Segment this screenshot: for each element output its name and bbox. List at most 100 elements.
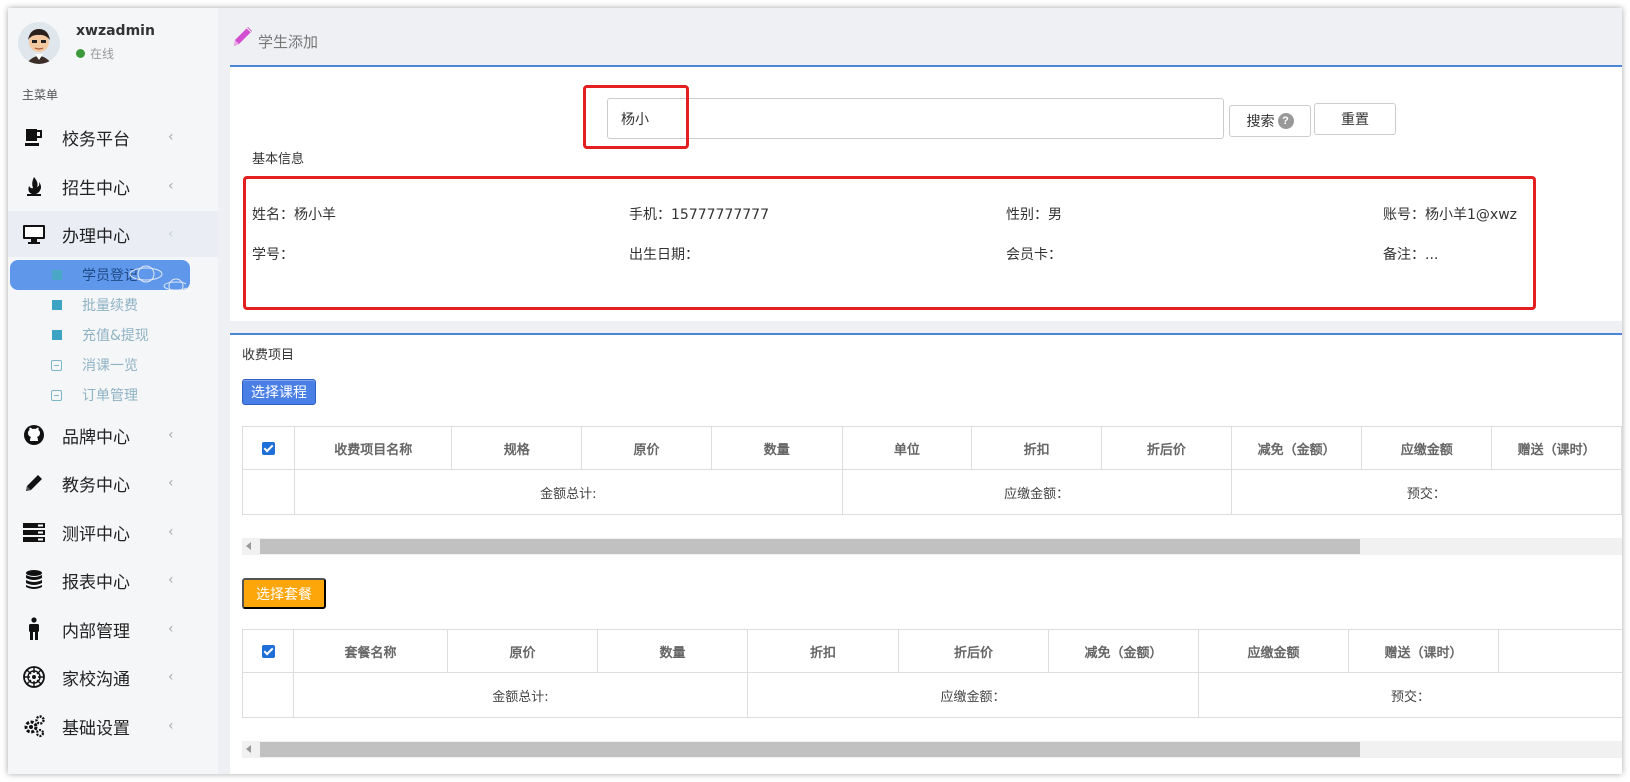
column-header: 赠送（课时）: [1491, 426, 1622, 470]
chevron-left-icon: ‹: [168, 475, 174, 491]
pencil-icon: [22, 471, 46, 495]
monitor-icon: [22, 222, 46, 246]
sidebar-subitem-class-consumption[interactable]: 消课一览: [8, 350, 218, 380]
select-course-button[interactable]: 选择课程: [242, 379, 316, 405]
sidebar-item-basic-settings[interactable]: 基础设置 ‹: [8, 703, 218, 749]
scroll-thumb[interactable]: [260, 742, 1360, 757]
table-cell: [241, 469, 296, 515]
column-header: 赠送（课时）: [1348, 629, 1499, 673]
person-icon: [22, 617, 46, 641]
square-icon: [52, 270, 62, 280]
fire-icon: [22, 174, 46, 198]
student-search-input[interactable]: [607, 98, 1224, 139]
chevron-left-icon: ‹: [168, 572, 174, 588]
cup-icon: [22, 125, 46, 149]
username: xwzadmin: [76, 23, 155, 39]
table-summary-row: 金额总计: 应缴金额： 预交：: [242, 672, 1622, 718]
column-header: 单位: [841, 426, 973, 470]
sidebar-subitem-student-registration[interactable]: 学员登记: [10, 260, 190, 290]
sidebar-item-label: 校务平台: [62, 129, 130, 150]
status-dot-icon: [76, 49, 85, 58]
sidebar-subitem-label: 订单管理: [82, 388, 138, 404]
sidebar-subitem-order-management[interactable]: 订单管理: [8, 380, 218, 410]
student-birthday: 出生日期：: [629, 247, 699, 263]
planet-decoration-icon: [126, 260, 186, 290]
checkbox-checked-icon: [261, 644, 275, 658]
chevron-left-icon: ‹: [168, 178, 174, 194]
avatar: [18, 22, 60, 64]
sidebar-item-academic-platform[interactable]: 校务平台 ‹: [8, 114, 218, 160]
sidebar-subitem-recharge-withdraw[interactable]: 充值&提现: [8, 320, 218, 350]
sidebar-item-label: 测评中心: [62, 524, 130, 545]
chevron-left-icon: ‹: [168, 718, 174, 734]
chevron-down-icon: ‹: [168, 226, 174, 242]
select-all-checkbox[interactable]: [241, 426, 296, 470]
minus-square-icon: [51, 389, 62, 401]
sidebar-item-assessment-center[interactable]: 测评中心 ‹: [8, 509, 218, 555]
column-header: [1498, 629, 1622, 673]
column-header: 减免（金额）: [1230, 426, 1363, 470]
sidebar-item-brand-center[interactable]: 品牌中心 ‹: [8, 412, 218, 458]
student-account: 账号：杨小羊1@xwz: [1383, 207, 1517, 223]
student-remark: 备注：...: [1383, 247, 1439, 263]
checkbox-checked-icon: [262, 441, 276, 455]
sidebar-item-home-school[interactable]: 家校沟通 ‹: [8, 654, 218, 700]
column-header: 应缴金额: [1198, 629, 1349, 673]
column-header: 套餐名称: [293, 629, 448, 673]
prepay-cell: 预交：: [1198, 672, 1622, 718]
sidebar-subitem-label: 消课一览: [82, 358, 138, 374]
student-info-panel: 搜索 ? 重置 基本信息 姓名：杨小羊 手机：15777777777 性别：男 …: [230, 65, 1622, 321]
chevron-left-icon: ‹: [168, 621, 174, 637]
sidebar-item-label: 教务中心: [62, 475, 130, 496]
scroll-left-arrow-icon[interactable]: [246, 542, 251, 550]
chevron-left-icon: ‹: [168, 427, 174, 443]
sidebar-item-label: 内部管理: [62, 621, 130, 642]
scroll-thumb[interactable]: [260, 539, 1360, 554]
column-header: 折后价: [1101, 426, 1232, 470]
sidebar-item-label: 品牌中心: [62, 427, 130, 448]
reset-button[interactable]: 重置: [1314, 103, 1396, 135]
column-header: 规格: [451, 426, 583, 470]
sidebar-item-label: 基础设置: [62, 718, 130, 739]
sidebar-item-label: 家校沟通: [62, 669, 130, 690]
sidebar-item-enrollment[interactable]: 招生中心 ‹: [8, 163, 218, 209]
scroll-left-arrow-icon[interactable]: [246, 745, 251, 753]
search-button-label: 搜索: [1246, 113, 1275, 129]
sidebar-subitem-batch-renewal[interactable]: 批量续费: [8, 290, 218, 320]
student-name: 姓名：杨小羊: [252, 207, 336, 223]
horizontal-scrollbar[interactable]: [242, 741, 1622, 758]
page-header: 学生添加: [218, 8, 1622, 65]
column-header: 折扣: [971, 426, 1102, 470]
sidebar-item-processing-center[interactable]: 办理中心 ‹: [8, 211, 218, 257]
column-header: 原价: [447, 629, 598, 673]
sidebar-item-report-center[interactable]: 报表中心 ‹: [8, 557, 218, 603]
search-button[interactable]: 搜索 ?: [1229, 105, 1311, 137]
server-icon: [22, 520, 46, 544]
column-header: 数量: [710, 426, 843, 470]
select-all-checkbox[interactable]: [242, 629, 294, 673]
page-title: 学生添加: [258, 33, 319, 51]
sidebar-item-teaching-center[interactable]: 教务中心 ‹: [8, 460, 218, 506]
student-number: 学号：: [252, 247, 294, 263]
search-highlight-box: [583, 85, 689, 149]
column-header: 原价: [581, 426, 712, 470]
chevron-left-icon: ‹: [168, 524, 174, 540]
column-header: 折扣: [747, 629, 899, 673]
pencil-icon: [231, 23, 257, 49]
fee-items-panel: 收费项目 选择课程 收费项目名称 规格 原价 数量 单位 折扣 折后价 减免（金…: [230, 333, 1622, 774]
help-icon: ?: [1277, 113, 1294, 129]
app-window: xwzadmin 在线 主菜单 校务平台 ‹ 招生中心 ‹ 办理中心 ‹ 学员登…: [8, 8, 1622, 774]
table-header-row: 收费项目名称 规格 原价 数量 单位 折扣 折后价 减免（金额） 应缴金额 赠送…: [241, 426, 1622, 470]
prepay-cell: 预交：: [1230, 469, 1622, 515]
select-package-button[interactable]: 选择套餐: [242, 578, 326, 609]
horizontal-scrollbar[interactable]: [242, 538, 1622, 555]
column-header: 收费项目名称: [294, 426, 453, 470]
sidebar: xwzadmin 在线 主菜单 校务平台 ‹ 招生中心 ‹ 办理中心 ‹ 学员登…: [8, 8, 218, 774]
column-header: 折后价: [898, 629, 1049, 673]
sidebar-item-internal-management[interactable]: 内部管理 ‹: [8, 606, 218, 652]
sidebar-item-label: 报表中心: [62, 572, 130, 593]
database-icon: [22, 568, 46, 592]
column-header: 数量: [597, 629, 748, 673]
sidebar-subitem-label: 充值&提现: [82, 328, 149, 344]
due-amount-cell: 应缴金额：: [841, 469, 1232, 515]
